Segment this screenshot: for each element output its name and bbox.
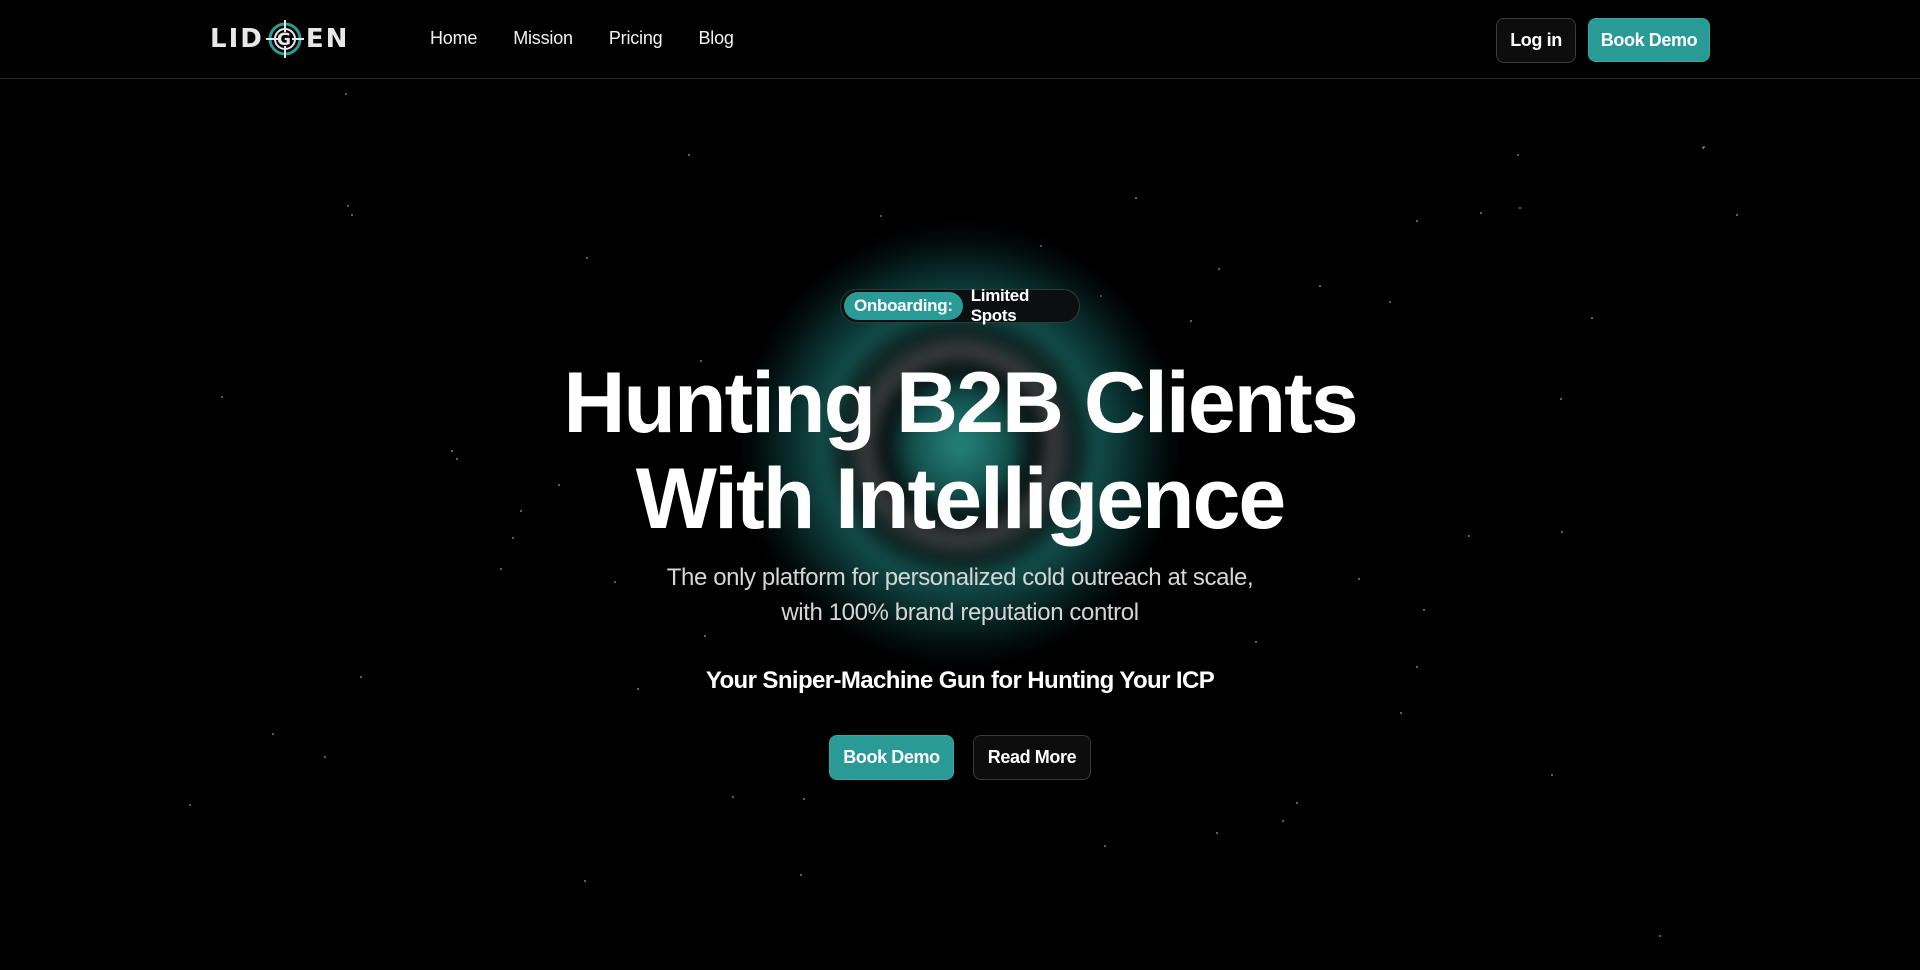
hero-subtitle-line2: with 100% brand reputation control	[781, 599, 1139, 626]
hero-tagline: Your Sniper-Machine Gun for Hunting Your…	[705, 667, 1215, 694]
star	[1736, 214, 1738, 216]
star	[456, 458, 458, 460]
hero-title: Hunting B2B Clients With Intelligence	[460, 355, 1460, 547]
star	[1135, 197, 1137, 199]
star	[189, 804, 191, 806]
star	[1517, 154, 1519, 156]
star	[732, 796, 734, 798]
site-header: LID G EN Home Mission Pricing Blog Log i…	[0, 0, 1920, 79]
star	[1468, 535, 1470, 537]
badge-highlight: Onboarding:	[844, 292, 963, 320]
nav-pricing[interactable]: Pricing	[609, 28, 663, 49]
star	[1218, 268, 1220, 270]
star	[1423, 609, 1425, 611]
star	[500, 568, 502, 570]
star	[1551, 774, 1553, 776]
star	[688, 154, 690, 156]
star	[584, 880, 586, 882]
star	[1190, 320, 1192, 322]
hero-book-demo-button[interactable]: Book Demo	[829, 735, 954, 780]
star	[451, 450, 453, 452]
read-more-button[interactable]: Read More	[973, 735, 1091, 780]
star	[1416, 220, 1418, 222]
logo-text-left: LID	[210, 24, 264, 54]
star	[880, 215, 882, 217]
hero-subtitle-line1: The only platform for personalized cold …	[666, 564, 1254, 591]
crosshair-scope-icon: G	[265, 19, 305, 59]
star	[360, 676, 362, 678]
header-book-demo-button[interactable]: Book Demo	[1588, 18, 1710, 62]
star	[1296, 802, 1298, 804]
logo[interactable]: LID G EN	[210, 16, 349, 62]
star	[1104, 845, 1106, 847]
star	[1216, 832, 1218, 834]
star	[1282, 820, 1284, 822]
landing-page: LID G EN Home Mission Pricing Blog Log i…	[0, 0, 1920, 970]
star	[803, 798, 805, 800]
star	[704, 635, 706, 637]
logo-wordmark: LID G EN	[210, 19, 349, 59]
star	[1703, 146, 1705, 148]
svg-text:G: G	[277, 30, 293, 50]
nav-home[interactable]: Home	[430, 28, 477, 49]
star	[1519, 207, 1521, 209]
onboarding-badge: Onboarding: Limited Spots	[840, 286, 1080, 325]
nav-mission[interactable]: Mission	[513, 28, 573, 49]
star	[1659, 935, 1661, 937]
star	[1561, 531, 1563, 533]
star	[272, 733, 274, 735]
hero-title-line1: Hunting B2B Clients	[563, 355, 1358, 451]
star	[1480, 212, 1482, 214]
star	[1416, 666, 1418, 668]
star	[1702, 147, 1704, 149]
main-nav: Home Mission Pricing Blog	[430, 28, 770, 49]
hero-title-line2: With Intelligence	[635, 451, 1286, 547]
star	[800, 874, 802, 876]
star	[324, 756, 326, 758]
star	[347, 205, 349, 207]
star	[586, 257, 588, 259]
hero-subtitle: The only platform for personalized cold …	[560, 560, 1360, 630]
star	[221, 396, 223, 398]
login-button[interactable]: Log in	[1496, 18, 1576, 63]
star	[1591, 317, 1593, 319]
badge-text: Limited Spots	[970, 286, 1030, 325]
star	[1560, 398, 1562, 400]
star	[1400, 712, 1402, 714]
logo-text-right: EN	[305, 24, 350, 54]
star	[1255, 641, 1257, 643]
star	[1389, 301, 1391, 303]
nav-blog[interactable]: Blog	[698, 28, 733, 49]
star	[1319, 285, 1321, 287]
star	[351, 214, 353, 216]
star	[345, 93, 347, 95]
